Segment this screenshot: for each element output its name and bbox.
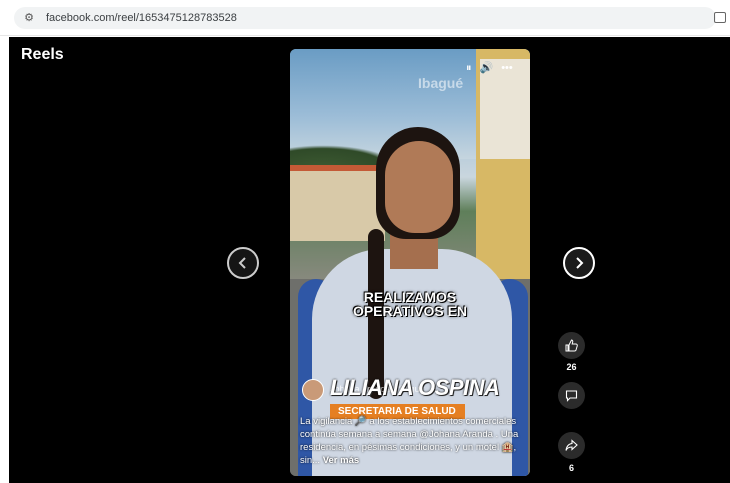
comment-icon — [565, 390, 578, 402]
avatar[interactable] — [302, 379, 324, 401]
previous-reel-button[interactable] — [227, 247, 259, 279]
comment-button[interactable] — [558, 382, 585, 409]
page-title: Reels — [21, 46, 64, 63]
browser-address-bar: ⚙ facebook.com/reel/1653475128783528 — [0, 0, 730, 36]
chevron-left-icon — [238, 257, 246, 269]
person-face — [385, 141, 453, 233]
pause-icon[interactable]: ⏸ — [466, 62, 472, 74]
name-overlay: LILIANA OSPINA — [330, 375, 500, 400]
reel-description: La vigilancia 🔎 a los establecimientos c… — [300, 415, 522, 467]
next-reel-button[interactable] — [563, 247, 595, 279]
chevron-right-icon — [576, 257, 584, 269]
tune-icon[interactable]: ⚙ — [22, 11, 36, 25]
share-icon — [565, 439, 578, 451]
video-controls: ⏸ 🔊 ••• — [466, 61, 521, 75]
see-more-link[interactable]: Ver más — [323, 455, 359, 466]
url-text[interactable]: facebook.com/reel/1653475128783528 — [46, 12, 237, 24]
reel-video[interactable]: Ibagué ⏸ 🔊 ••• REALIZAMOS OPERATIVOS EN Jo… — [290, 49, 530, 476]
video-watermark: Ibagué — [418, 75, 464, 91]
like-count: 26 — [566, 362, 577, 372]
thumbs-up-icon — [565, 339, 578, 352]
volume-icon[interactable]: 🔊 — [480, 62, 494, 74]
share-count: 6 — [568, 463, 574, 473]
share-button[interactable] — [558, 432, 585, 459]
video-caption-line2: OPERATIVOS EN — [352, 303, 468, 319]
more-icon[interactable]: ••• — [501, 62, 513, 74]
like-button[interactable] — [558, 332, 585, 359]
cast-icon[interactable] — [714, 12, 726, 23]
